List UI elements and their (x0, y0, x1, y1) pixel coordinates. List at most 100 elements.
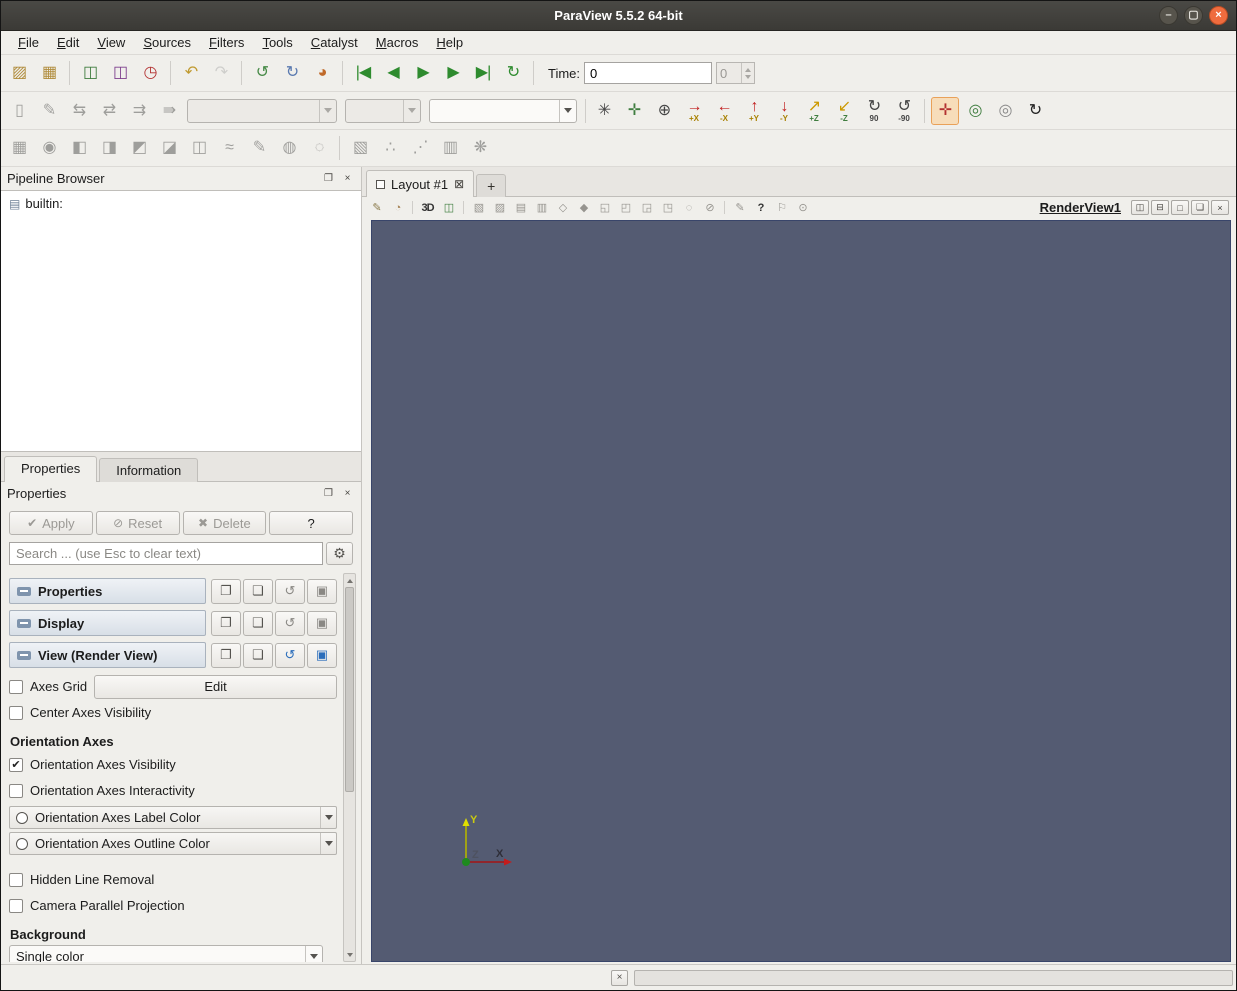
restore-defaults-icon[interactable]: ↺ (275, 610, 305, 636)
minimize-button[interactable]: – (1159, 6, 1178, 25)
abort-progress-button[interactable]: × (611, 969, 628, 986)
toggle-ruler-icon[interactable]: ⚐ (772, 199, 791, 216)
paste-section-icon[interactable]: ❏ (243, 578, 273, 604)
copy-section-icon[interactable]: ❐ (211, 578, 241, 604)
restore-defaults-icon[interactable]: ↺ (275, 642, 305, 668)
show-center-axes-toggle[interactable]: ✛ (931, 96, 959, 125)
scrollbar-down-button[interactable] (345, 949, 354, 960)
hidden-line-removal-checkbox[interactable] (9, 872, 23, 887)
close-layout-tab-button[interactable]: ⊠ (454, 178, 464, 190)
previous-frame-button[interactable]: ◀ (379, 59, 407, 87)
menu-file[interactable]: File (9, 32, 48, 53)
rotate-90-ccw-icon[interactable]: ↺ -90 (890, 97, 918, 125)
undo-icon[interactable]: ↶ (177, 59, 205, 87)
orientation-axes-outline-color-button[interactable]: Orientation Axes Outline Color (9, 832, 337, 855)
pick-center-icon[interactable]: ◎ (961, 97, 989, 125)
restore-defaults-icon[interactable]: ↺ (275, 578, 305, 604)
scrollbar-up-button[interactable] (345, 575, 354, 586)
menu-view[interactable]: View (88, 32, 134, 53)
menu-filters[interactable]: Filters (200, 32, 253, 53)
scrollbar-thumb[interactable] (345, 587, 354, 792)
set-view-minus-y-icon[interactable]: ↓ -Y (770, 97, 798, 125)
camera-link-icon[interactable]: ⊙ (793, 199, 812, 216)
orientation-axes-visibility-checkbox[interactable]: ✔ (9, 757, 23, 772)
float-dock-button[interactable]: ❐ (321, 486, 336, 501)
first-frame-button[interactable]: |◀ (349, 59, 377, 87)
copy-section-icon[interactable]: ❐ (211, 610, 241, 636)
zoom-to-box-icon[interactable]: ⊕ (650, 97, 678, 125)
menu-help[interactable]: Help (427, 32, 472, 53)
maximize-button[interactable]: ▢ (1184, 6, 1203, 25)
save-defaults-icon[interactable]: ▣ (307, 578, 337, 604)
last-frame-button[interactable]: ▶| (469, 59, 497, 87)
save-defaults-icon[interactable]: ▣ (307, 610, 337, 636)
play-button[interactable]: ▶ (409, 59, 437, 87)
select-block-icon[interactable]: ◱ (595, 199, 614, 216)
reset-camera-closest-icon[interactable]: ↻ (1021, 97, 1049, 125)
help-button[interactable]: ? (269, 511, 353, 535)
representation-select[interactable] (429, 98, 577, 123)
section-display-header[interactable]: Display (9, 610, 206, 636)
menu-sources[interactable]: Sources (134, 32, 200, 53)
adjust-camera-icon[interactable]: ✎ (367, 199, 386, 216)
menu-macros[interactable]: Macros (367, 32, 428, 53)
loop-button[interactable]: ↻ (499, 59, 527, 87)
set-view-plus-z-icon[interactable]: ↗ +Z (800, 97, 828, 125)
reset-camera-icon[interactable]: ✳ (590, 97, 618, 125)
camera-redo-icon[interactable]: ↻ (278, 59, 306, 87)
chevron-down-icon[interactable] (305, 946, 322, 962)
load-state-icon[interactable]: ◫ (76, 59, 104, 87)
save-state-icon[interactable]: ◫ (106, 59, 134, 87)
save-defaults-icon[interactable]: ▣ (307, 642, 337, 668)
select-points-through-icon[interactable]: ▥ (532, 199, 551, 216)
pipeline-browser[interactable]: ▤ builtin: (1, 190, 361, 452)
tab-properties[interactable]: Properties (4, 456, 98, 482)
close-button[interactable]: × (1209, 6, 1228, 25)
hover-cells-icon[interactable]: ◳ (658, 199, 677, 216)
time-input[interactable] (584, 62, 713, 84)
select-cells-on-icon[interactable]: ▧ (469, 199, 488, 216)
edit-annotation-icon[interactable]: ✎ (730, 199, 749, 216)
rotate-90-cw-icon[interactable]: ↻ 90 (860, 97, 888, 125)
titlebar[interactable]: ParaView 5.5.2 64-bit – ▢ × (1, 1, 1236, 31)
paste-section-icon[interactable]: ❏ (243, 642, 273, 668)
search-input[interactable] (9, 542, 323, 565)
orientation-axes-label-color-button[interactable]: Orientation Axes Label Color (9, 806, 337, 829)
set-view-direction-icon[interactable]: ◫ (439, 199, 458, 216)
tab-information[interactable]: Information (99, 458, 199, 482)
close-dock-button[interactable]: × (340, 486, 355, 501)
select-cells-polygon-icon[interactable]: ◇ (553, 199, 572, 216)
pipeline-item-builtin[interactable]: ▤ builtin: (7, 195, 355, 212)
select-points-polygon-icon[interactable]: ◆ (574, 199, 593, 216)
axes-grid-checkbox[interactable] (9, 679, 23, 694)
interactive-select-points-icon[interactable]: ◲ (637, 199, 656, 216)
set-view-minus-x-icon[interactable]: ← -X (710, 97, 738, 125)
section-display[interactable]: Display ❐ ❏ ↺ ▣ (9, 610, 337, 636)
set-view-plus-y-icon[interactable]: ↑ +Y (740, 97, 768, 125)
capture-screenshot-icon[interactable]: ◔ (388, 199, 407, 216)
new-layout-tab-button[interactable]: + (476, 174, 507, 197)
next-frame-button[interactable]: ▶ (439, 59, 467, 87)
auto-apply-icon[interactable]: ◷ (136, 59, 164, 87)
camera-parallel-projection-checkbox[interactable] (9, 898, 23, 913)
section-view-header[interactable]: View (Render View) (9, 642, 206, 668)
hover-points-icon[interactable]: ◌ (679, 199, 698, 216)
render-view[interactable]: X Y Z (371, 220, 1231, 962)
orientation-axes-widget[interactable]: X Y Z (454, 810, 518, 874)
chevron-down-icon[interactable] (320, 807, 336, 828)
paste-section-icon[interactable]: ❏ (243, 610, 273, 636)
section-properties-header[interactable]: Properties (9, 578, 206, 604)
menu-catalyst[interactable]: Catalyst (302, 32, 367, 53)
tab-layout-1[interactable]: Layout #1 ⊠ (366, 170, 475, 197)
close-dock-button[interactable]: × (340, 171, 355, 186)
set-view-plus-x-icon[interactable]: → +X (680, 97, 708, 125)
float-dock-button[interactable]: ❐ (321, 171, 336, 186)
reset-center-icon[interactable]: ◎ (991, 97, 1019, 125)
axes-grid-edit-button[interactable]: Edit (94, 674, 337, 699)
chevron-down-icon[interactable] (559, 99, 576, 122)
select-cells-through-icon[interactable]: ▤ (511, 199, 530, 216)
section-view-render-view[interactable]: View (Render View) ❐ ❏ ↺ ▣ (9, 642, 337, 668)
save-data-icon[interactable]: ▦ (35, 59, 63, 87)
split-vertical-button[interactable]: ⊟ (1151, 200, 1169, 215)
close-view-button[interactable]: × (1211, 200, 1229, 215)
